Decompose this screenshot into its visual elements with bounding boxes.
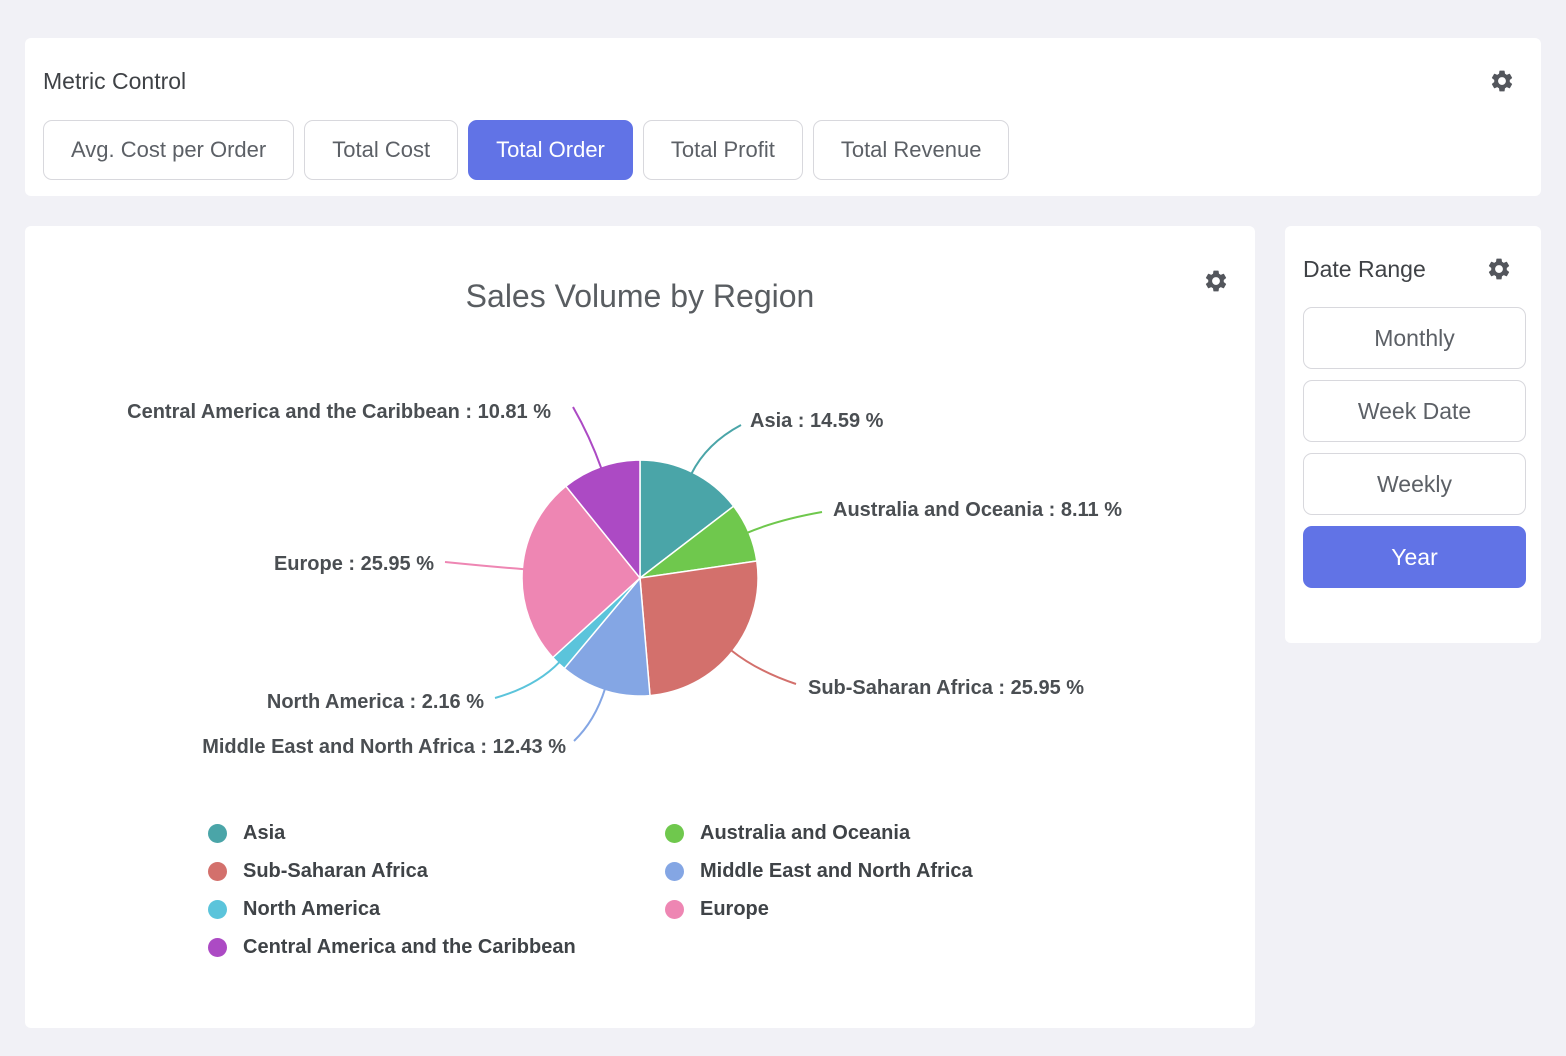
gear-icon-glyph	[1489, 68, 1515, 94]
date-range-button-weekly[interactable]: Weekly	[1303, 453, 1526, 515]
date-range-header: Date Range	[1285, 226, 1541, 282]
date-range-panel: Date Range Monthly Week Date Weekly Year	[1285, 226, 1541, 643]
pie-label-australia-and-oceania: Australia and Oceania : 8.11 %	[833, 499, 1122, 521]
metric-button-total-revenue[interactable]: Total Revenue	[813, 120, 1010, 180]
legend-dot-north-america	[208, 900, 227, 919]
legend-item-australia-and-oceania[interactable]: Australia and Oceania	[665, 814, 1255, 852]
pie-chart: Asia : 14.59 % Australia and Oceania : 8.…	[25, 390, 1255, 780]
metric-button-total-order[interactable]: Total Order	[468, 120, 633, 180]
legend-label-australia-and-oceania: Australia and Oceania	[700, 822, 910, 845]
legend-dot-central-america-and-the-caribbean	[208, 938, 227, 957]
metric-control-title: Metric Control	[43, 68, 186, 94]
pie-label-middle-east-and-north-africa: Middle East and North Africa : 12.43 %	[202, 736, 566, 758]
gear-icon-glyph	[1486, 256, 1512, 282]
chart-legend: Asia Australia and Oceania Sub-Saharan Afr…	[208, 814, 1255, 966]
legend-item-central-america-and-the-caribbean[interactable]: Central America and the Caribbean	[208, 928, 665, 966]
legend-dot-sub-saharan-africa	[208, 862, 227, 881]
metric-button-total-cost[interactable]: Total Cost	[304, 120, 458, 180]
pie-label-line-sub-saharan-africa	[731, 650, 796, 684]
legend-label-asia: Asia	[243, 822, 285, 845]
legend-label-middle-east-and-north-africa: Middle East and North Africa	[700, 860, 973, 883]
pie-label-north-america: North America : 2.16 %	[267, 691, 484, 713]
date-settings-gear-icon[interactable]	[1486, 256, 1512, 282]
pie-label-europe: Europe : 25.95 %	[274, 553, 434, 575]
legend-label-europe: Europe	[700, 898, 769, 921]
legend-label-central-america-and-the-caribbean: Central America and the Caribbean	[243, 936, 576, 959]
pie-label-line-middle-east-and-north-africa	[574, 689, 605, 741]
pie-label-line-australia-and-oceania	[747, 512, 822, 533]
date-range-button-year[interactable]: Year	[1303, 526, 1526, 588]
pie-label-line-europe	[445, 562, 524, 569]
pie-label-line-central-america-and-the-caribbean	[573, 407, 601, 469]
date-range-title: Date Range	[1303, 256, 1426, 282]
pie-slice-sub-saharan-africa[interactable]	[640, 561, 758, 696]
metric-button-avg-cost-per-order[interactable]: Avg. Cost per Order	[43, 120, 294, 180]
legend-item-middle-east-and-north-africa[interactable]: Middle East and North Africa	[665, 852, 1255, 890]
pie-label-line-north-america	[495, 662, 560, 698]
legend-label-sub-saharan-africa: Sub-Saharan Africa	[243, 860, 428, 883]
legend-item-sub-saharan-africa[interactable]: Sub-Saharan Africa	[208, 852, 665, 890]
pie-label-line-asia	[691, 425, 741, 474]
sales-volume-chart-panel: Sales Volume by Region Asia : 14.59 % Aus…	[25, 226, 1255, 1028]
metric-button-total-profit[interactable]: Total Profit	[643, 120, 803, 180]
legend-dot-middle-east-and-north-africa	[665, 862, 684, 881]
legend-dot-asia	[208, 824, 227, 843]
legend-item-asia[interactable]: Asia	[208, 814, 665, 852]
date-range-buttons: Monthly Week Date Weekly Year	[1303, 307, 1526, 588]
legend-item-europe[interactable]: Europe	[665, 890, 1255, 928]
legend-label-north-america: North America	[243, 898, 380, 921]
legend-dot-australia-and-oceania	[665, 824, 684, 843]
pie-label-central-america-and-the-caribbean: Central America and the Caribbean : 10.8…	[127, 401, 551, 423]
legend-dot-europe	[665, 900, 684, 919]
metric-buttons: Avg. Cost per OrderTotal CostTotal Order…	[25, 120, 1541, 180]
pie-label-asia: Asia : 14.59 %	[750, 410, 884, 432]
metric-settings-gear-icon[interactable]	[1489, 68, 1515, 94]
metric-control-header: Metric Control	[25, 38, 1541, 94]
metric-control-panel: Metric Control Avg. Cost per OrderTotal …	[25, 38, 1541, 196]
date-range-button-week-date[interactable]: Week Date	[1303, 380, 1526, 442]
chart-title: Sales Volume by Region	[25, 278, 1255, 314]
gear-icon-glyph	[1203, 268, 1229, 294]
legend-item-north-america[interactable]: North America	[208, 890, 665, 928]
date-range-button-monthly[interactable]: Monthly	[1303, 307, 1526, 369]
pie-label-sub-saharan-africa: Sub-Saharan Africa : 25.95 %	[808, 677, 1084, 699]
chart-settings-gear-icon[interactable]	[1203, 268, 1229, 294]
